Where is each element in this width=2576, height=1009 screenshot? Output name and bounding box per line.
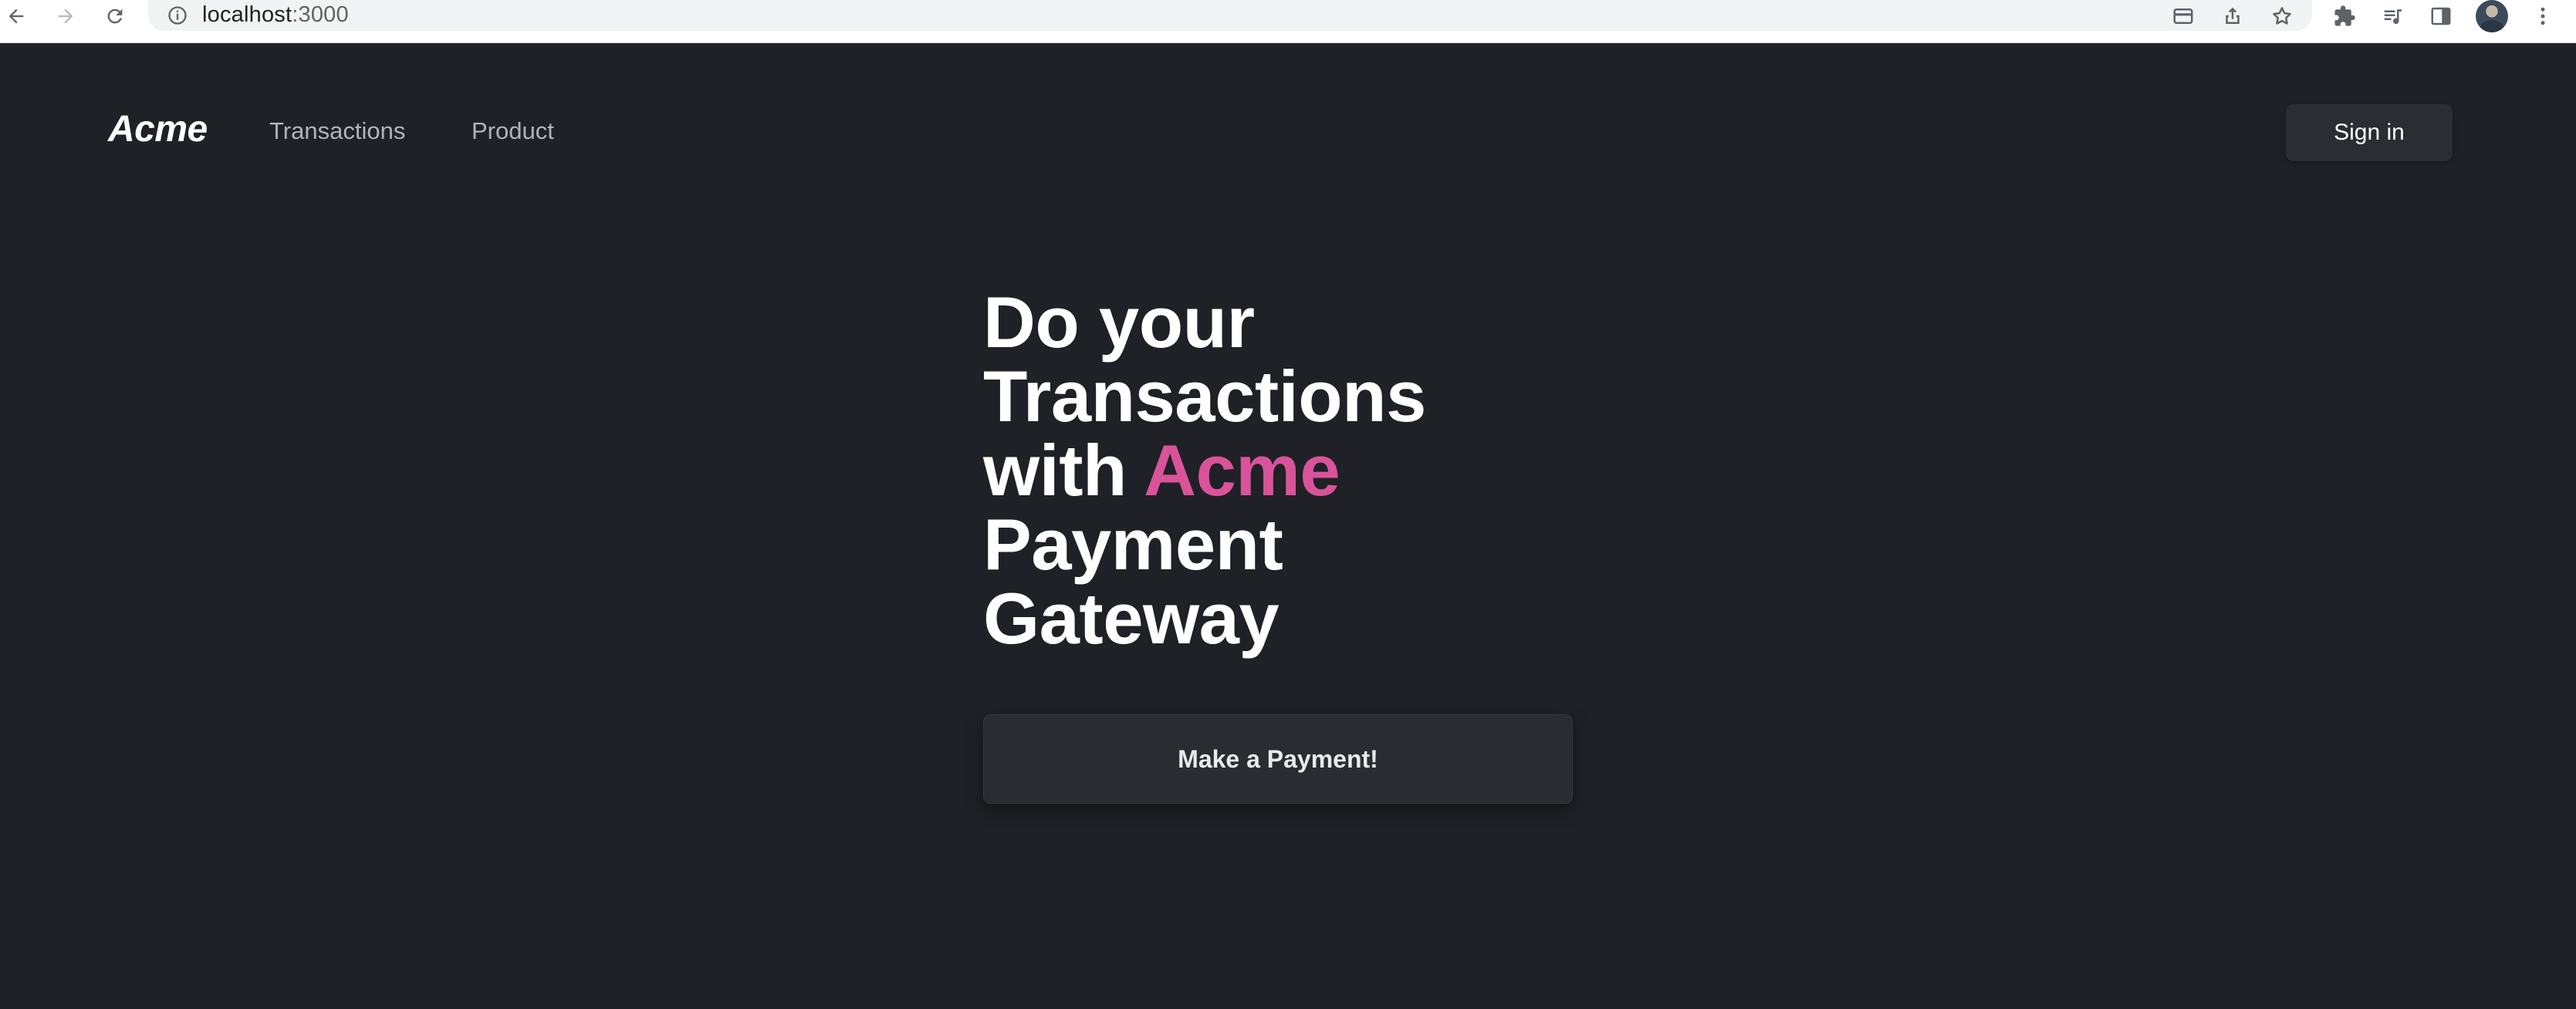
browser-toolbar: localhost:3000 [0, 0, 2576, 43]
hero-line-5: Gateway [983, 578, 1280, 659]
nav-link-transactions[interactable]: Transactions [269, 117, 405, 145]
hero-heading: Do your Transactions with Acme Payment G… [983, 285, 1678, 656]
address-bar[interactable]: localhost:3000 [148, 0, 2312, 31]
credit-card-icon [2173, 8, 2193, 24]
forward-button[interactable] [52, 3, 79, 29]
media-button[interactable] [2378, 2, 2408, 31]
side-panel-icon [2431, 7, 2451, 25]
puzzle-icon [2334, 5, 2355, 26]
info-icon[interactable] [167, 5, 188, 26]
hero-line-2: Transactions [983, 356, 1426, 437]
share-icon [2226, 7, 2240, 24]
sign-in-button[interactable]: Sign in [2286, 104, 2453, 161]
bookmark-button[interactable] [2267, 2, 2297, 31]
arrow-right-icon [58, 8, 73, 24]
side-panel-button[interactable] [2426, 2, 2456, 31]
extensions-button[interactable] [2330, 2, 2359, 31]
card-button[interactable] [2169, 2, 2198, 31]
nav-link-product[interactable]: Product [472, 117, 554, 145]
hero-line-1: Do your [983, 282, 1255, 363]
hero-accent-brand: Acme [1144, 430, 1340, 511]
make-payment-button[interactable]: Make a Payment! [983, 714, 1573, 804]
url-host: localhost [202, 2, 292, 27]
reload-icon [107, 8, 123, 24]
url-port: :3000 [292, 2, 349, 27]
avatar[interactable] [2476, 0, 2508, 32]
hero-line-3-prefix: with [983, 430, 1144, 511]
playlist-icon [2384, 9, 2402, 25]
star-icon [2273, 7, 2291, 25]
brand-logo[interactable]: Acme [108, 108, 208, 150]
kebab-menu-icon [2541, 7, 2545, 25]
hero-line-4: Payment [983, 504, 1283, 585]
arrow-left-icon [8, 8, 24, 24]
reload-button[interactable] [102, 3, 128, 29]
share-button[interactable] [2218, 2, 2247, 31]
back-button[interactable] [3, 3, 29, 29]
menu-button[interactable] [2528, 2, 2557, 31]
page: Acme Transactions Product Sign in Do you… [0, 43, 2576, 1009]
url-text: localhost:3000 [202, 2, 349, 28]
hero-line-3: with Acme [983, 434, 1678, 508]
